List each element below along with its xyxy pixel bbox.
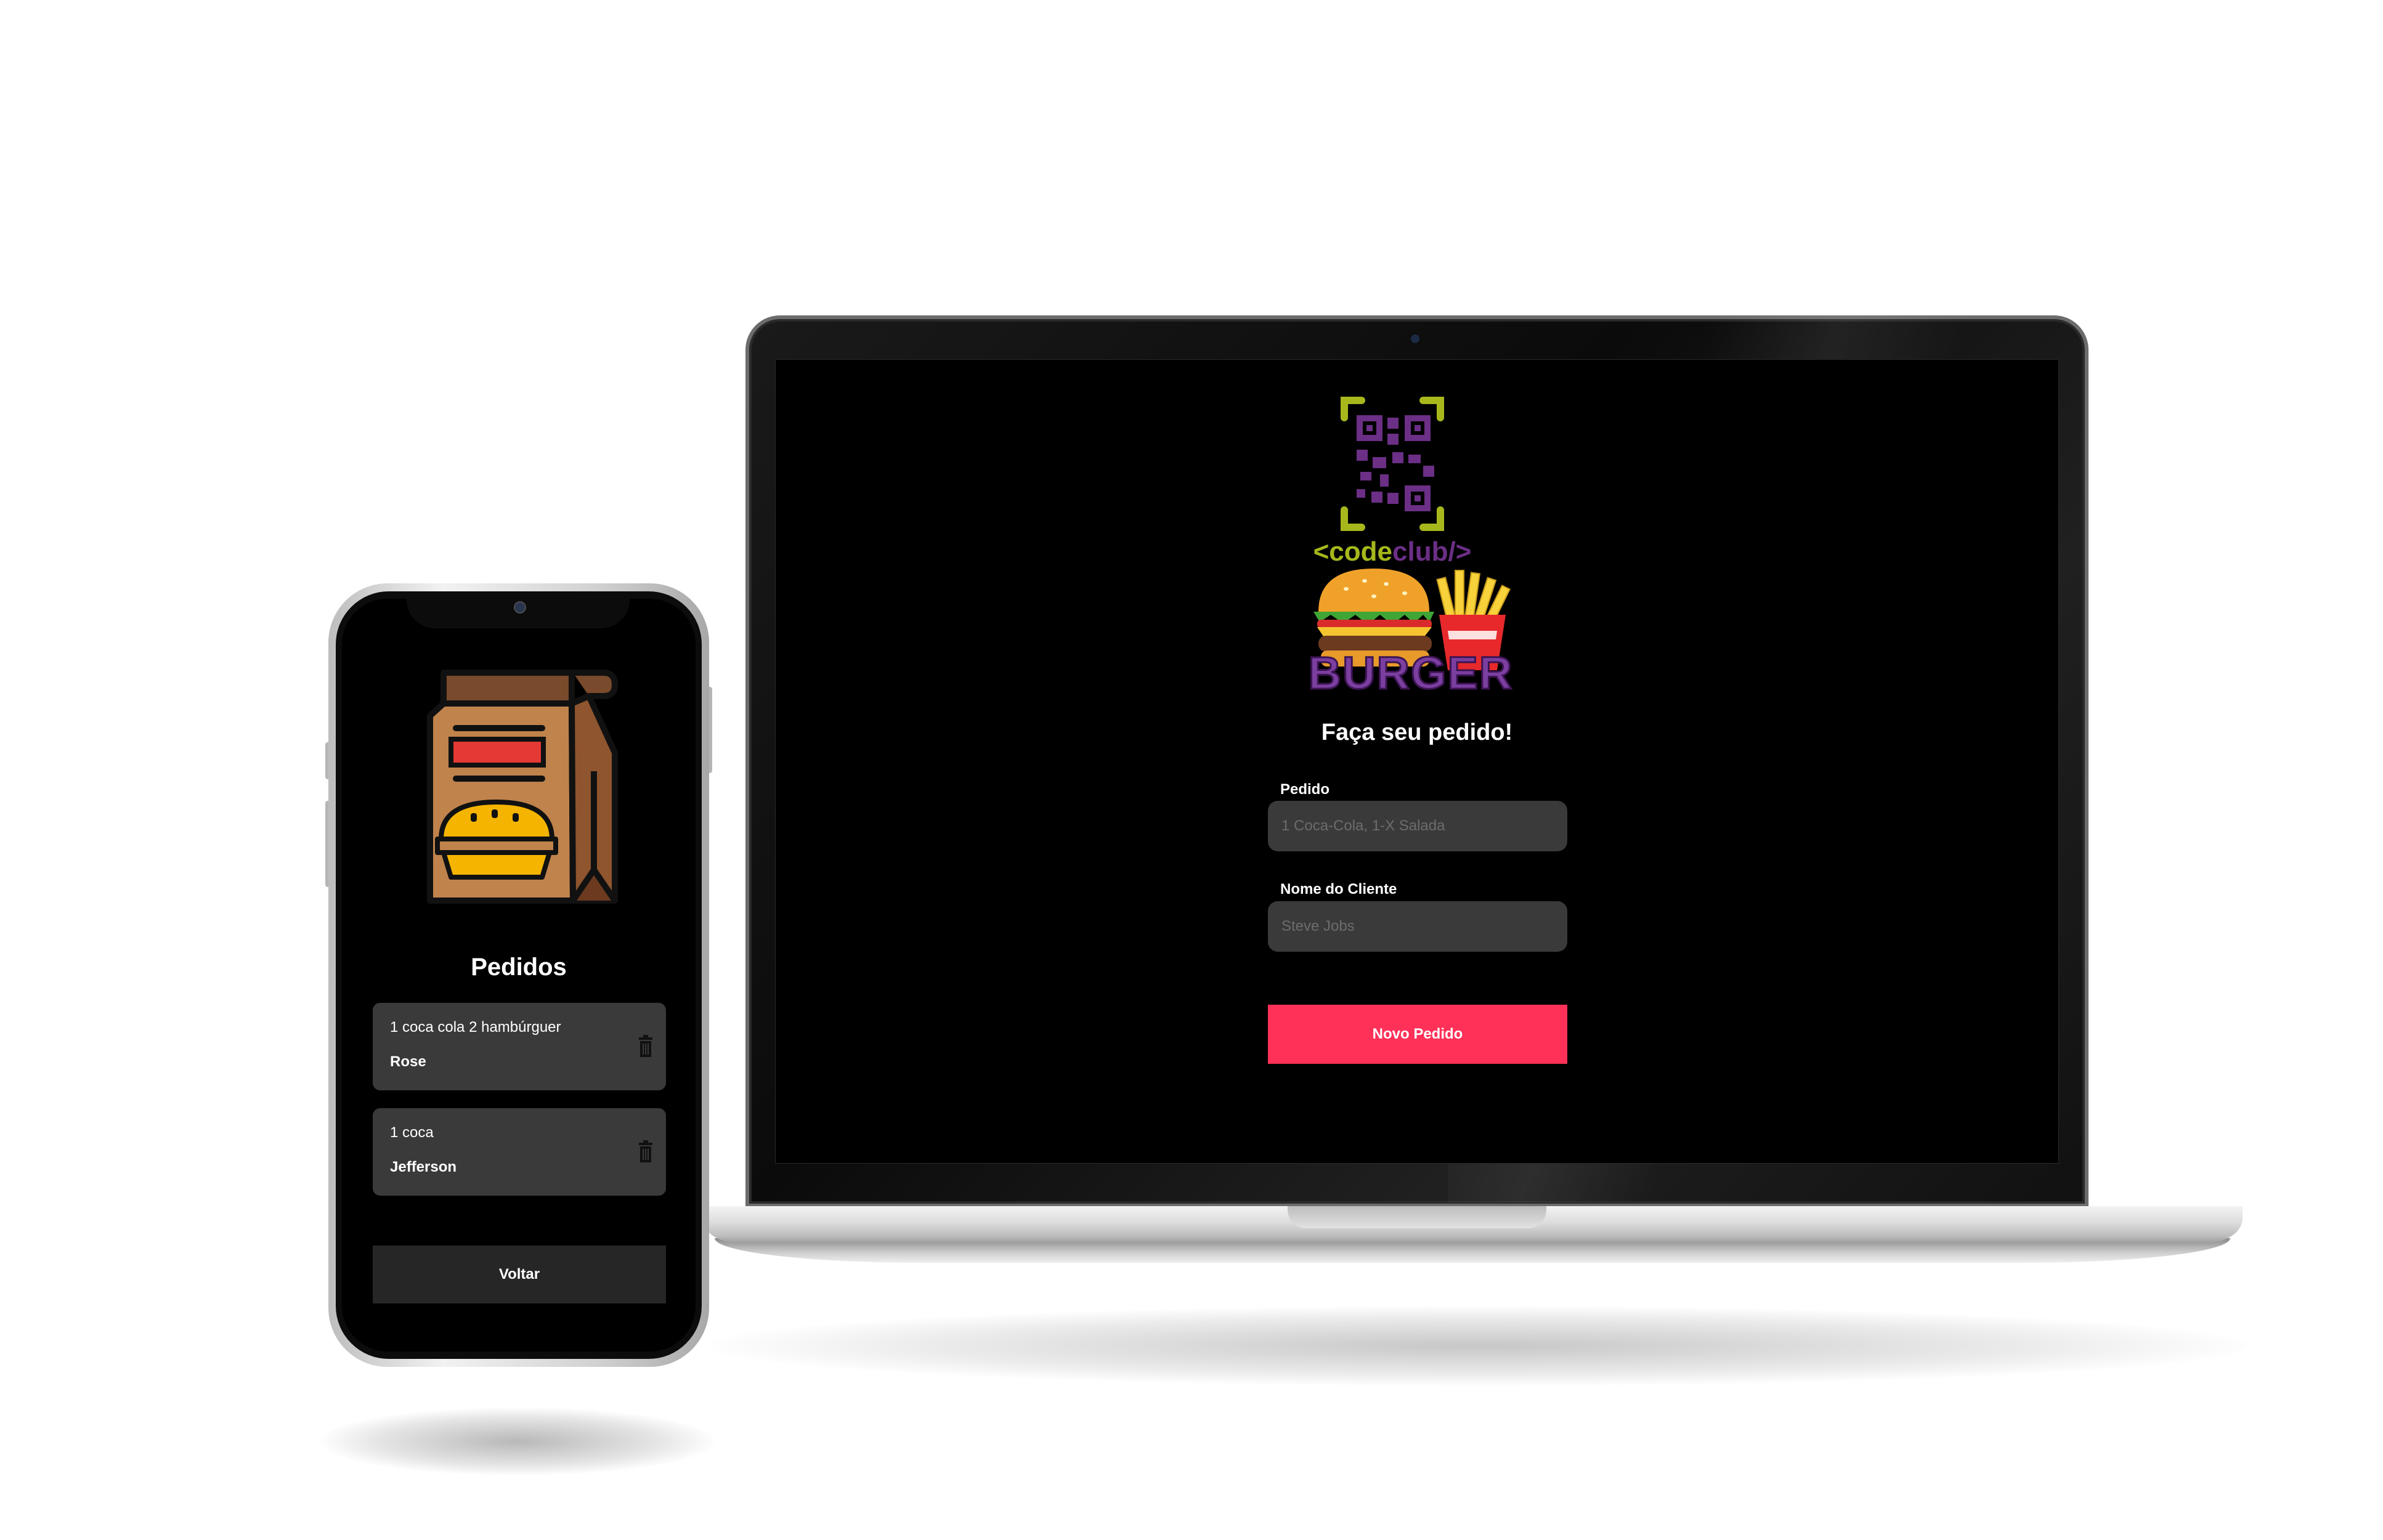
phone-shadow: [320, 1408, 715, 1475]
orders-title: Pedidos: [471, 954, 567, 981]
trash-icon[interactable]: [638, 1140, 654, 1164]
order-client-name: Jefferson: [390, 1159, 457, 1175]
new-order-button[interactable]: Novo Pedido: [1268, 1005, 1567, 1064]
order-client-name: Rose: [390, 1053, 426, 1070]
svg-text:<codeclub/>: <codeclub/>: [1313, 537, 1472, 567]
back-button[interactable]: Voltar: [373, 1246, 666, 1303]
phone-camera: [514, 601, 526, 614]
svg-text:BURGER: BURGER: [1309, 647, 1514, 695]
laptop-webcam: [1411, 334, 1419, 343]
order-card: 1 coca Jefferson: [373, 1108, 666, 1196]
order-field-label: Pedido: [1280, 781, 1330, 798]
laptop-hinge-notch: [1288, 1206, 1546, 1228]
trash-icon[interactable]: [638, 1035, 654, 1058]
page-title: Faça seu pedido!: [1321, 719, 1513, 745]
client-name-input[interactable]: [1268, 901, 1567, 952]
order-card: 1 coca cola 2 hambúrguer Rose: [373, 1003, 666, 1090]
order-description: 1 coca cola 2 hambúrguer: [390, 1019, 561, 1035]
order-input[interactable]: [1268, 801, 1567, 851]
laptop-shadow: [708, 1306, 2249, 1386]
client-field-label: Nome do Cliente: [1280, 881, 1397, 898]
codeclub-burger-logo: <codeclub/> BURGER: [1307, 397, 1514, 695]
order-description: 1 coca: [390, 1124, 434, 1141]
takeaway-bag-icon: [427, 670, 618, 904]
